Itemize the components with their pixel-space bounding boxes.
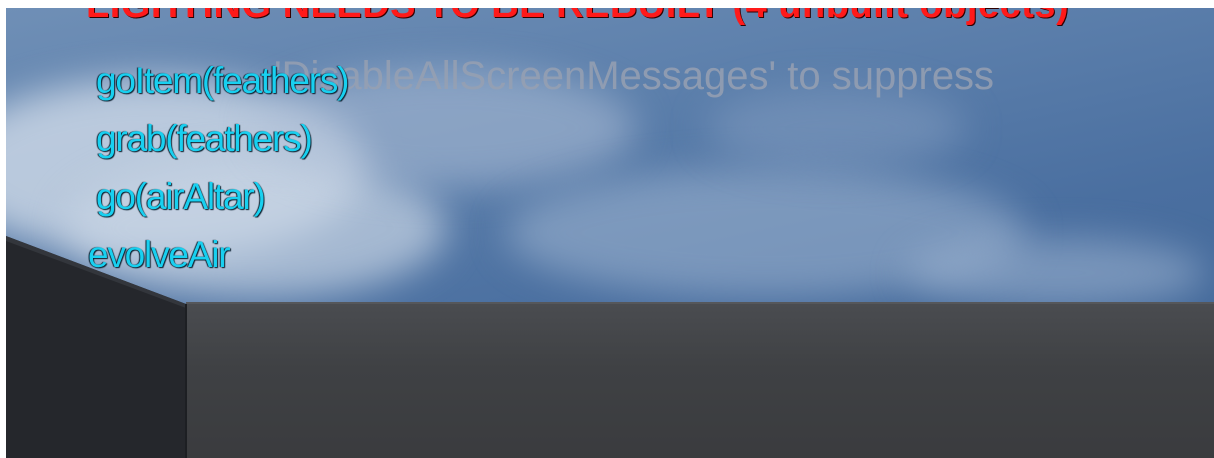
- command-log-item: grab(feathers): [96, 118, 313, 159]
- command-log-item: evolveAir: [88, 234, 231, 275]
- suppress-hint-text: 'DisableAllScreenMessages' to suppress: [274, 54, 995, 98]
- lighting-warning-text: LIGHTING NEEDS TO BE REBUILT (4 unbuilt …: [86, 8, 1069, 27]
- command-log: goItem(feathers) grab(feathers) go(airAl…: [88, 52, 349, 284]
- game-viewport[interactable]: LIGHTING NEEDS TO BE REBUILT (4 unbuilt …: [6, 8, 1214, 458]
- command-log-item: goItem(feathers): [96, 60, 349, 101]
- command-log-item: go(airAltar): [96, 176, 266, 217]
